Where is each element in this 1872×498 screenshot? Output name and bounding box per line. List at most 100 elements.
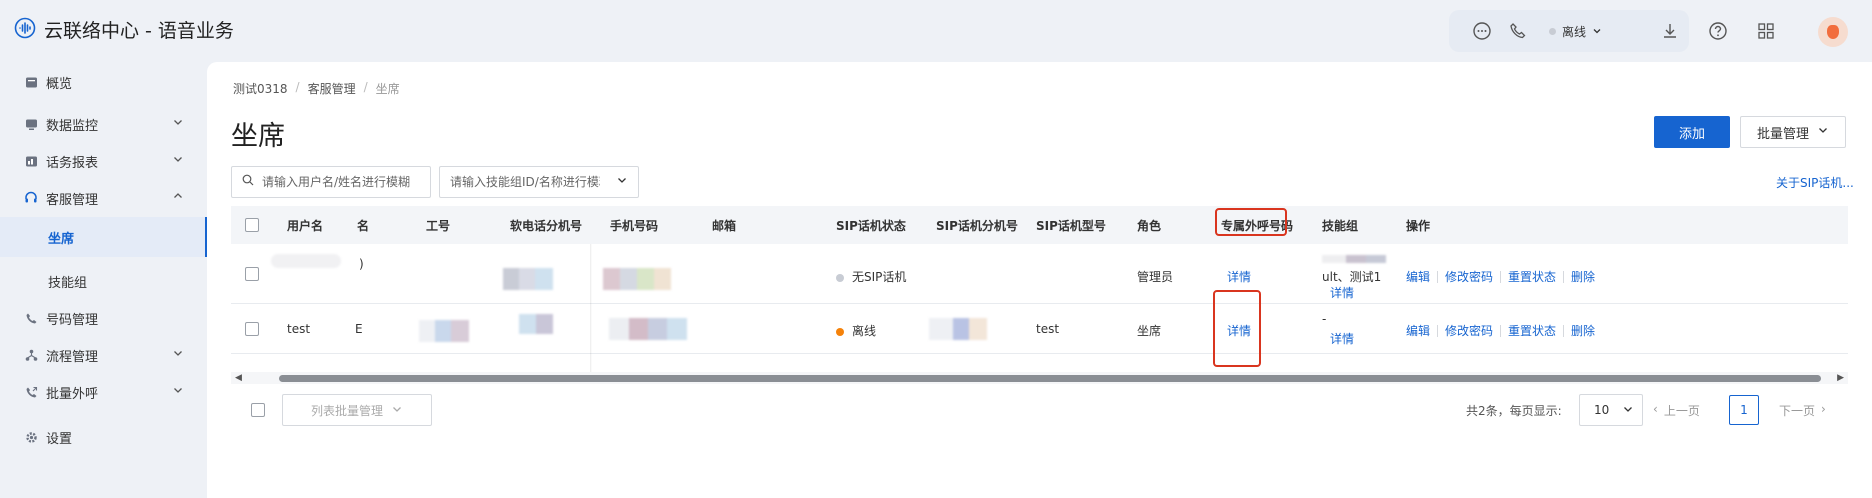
sip-status-cell: 无SIP话机 [836,268,906,285]
user-avatar[interactable] [1818,17,1848,47]
role-cell: 管理员 [1137,270,1174,284]
row-checkbox[interactable] [245,322,259,336]
sidebar-item-report[interactable]: 话务报表 [0,141,207,181]
prev-page-button[interactable]: ‹ 上一页 [1653,402,1700,419]
page-title: 坐席 [231,121,285,152]
col-email: 邮箱 [712,219,737,233]
next-page-label: 下一页 [1779,404,1816,418]
help-icon[interactable] [1706,19,1730,43]
chevron-left-icon: ‹ [1653,402,1658,416]
sidebar-item-settings[interactable]: 设置 [0,417,207,457]
horizontal-scrollbar[interactable]: ◀ ▶ [231,372,1848,384]
col-sip-model: SIP话机型号 [1036,219,1106,233]
chevron-right-icon: › [1821,402,1826,416]
col-role: 角色 [1137,219,1162,233]
status-dot [836,327,844,336]
monitor-icon [24,117,38,131]
divider [1437,270,1439,283]
status-label: 离线 [1562,25,1587,39]
status-dot [836,273,844,282]
top-bar: 云联络中心 - 语音业务 离线 [0,0,1872,62]
sip-phone-info-link[interactable]: 关于SIP话机... [1776,174,1854,191]
download-icon[interactable] [1658,19,1682,43]
breadcrumb: 测试0318 / 客服管理 / 坐席 [233,80,400,97]
page-number-current[interactable]: 1 [1729,395,1759,425]
select-all-checkbox[interactable] [245,218,259,232]
breadcrumb-current: 坐席 [375,82,400,96]
dedicated-number-detail-link[interactable]: 详情 [1227,268,1251,285]
flow-icon [24,348,38,362]
redacted-ext [519,314,553,334]
chat-icon[interactable] [1470,19,1494,43]
chevron-down-icon [1592,25,1602,39]
sidebar-item-agents[interactable]: 坐席 [0,217,207,257]
sidebar-item-skill-groups[interactable]: 技能组 [0,261,207,301]
sidebar-item-label: 概览 [46,76,73,92]
list-batch-label: 列表批量管理 [310,403,383,418]
sidebar-item-monitor[interactable]: 数据监控 [0,104,207,144]
col-name: 名 [357,219,370,233]
add-button[interactable]: 添加 [1654,116,1730,148]
breadcrumb-item[interactable]: 测试0318 [233,80,288,97]
change-password-button[interactable]: 修改密码 [1445,322,1493,339]
user-search-input[interactable] [262,175,412,189]
user-search-field[interactable] [231,166,431,198]
footer-select-all-checkbox[interactable] [251,403,265,417]
divider [1500,324,1502,337]
sidebar-item-flow[interactable]: 流程管理 [0,335,207,375]
table-header: 用户名 名 工号 软电话分机号 手机号码 邮箱 SIP话机状态 SIP话机分机号… [231,206,1848,244]
scroll-right-arrow[interactable]: ▶ [1837,373,1844,383]
next-page-button[interactable]: 下一页 › [1779,402,1826,419]
col-job-no: 工号 [426,219,451,233]
page-size-value: 10 [1594,403,1610,417]
divider [1437,324,1439,337]
list-batch-manage-button[interactable]: 列表批量管理 [282,394,432,426]
breadcrumb-item[interactable]: 客服管理 [308,80,356,97]
sidebar-item-overview[interactable]: 概览 [0,62,207,102]
report-icon [24,154,38,168]
sidebar-item-numbers[interactable]: 号码管理 [0,298,207,338]
pagination-total: 共2条，每页显示: [1466,404,1562,418]
phone-icon[interactable] [1506,19,1530,43]
skill-group-detail-link[interactable]: 详情 [1330,330,1354,347]
row-checkbox[interactable] [245,267,259,281]
redacted-ext [503,268,553,290]
reset-status-button[interactable]: 重置状态 [1508,268,1556,285]
change-password-button[interactable]: 修改密码 [1445,268,1493,285]
name-cell: E [355,322,363,336]
status-dot [1549,28,1556,35]
agent-status-dropdown[interactable]: 离线 [1549,23,1602,40]
divider [1500,270,1502,283]
col-skill-group: 技能组 [1322,219,1359,233]
col-ops: 操作 [1406,219,1431,233]
divider [1563,270,1565,283]
sidebar-item-customer-service[interactable]: 客服管理 [0,178,207,218]
header-highlight-box [1215,208,1287,236]
skill-search-field[interactable] [439,166,639,198]
chevron-down-icon [1817,124,1829,140]
edit-button[interactable]: 编辑 [1406,268,1430,285]
detail-highlight-box [1213,290,1261,367]
sidebar-item-outbound[interactable]: 批量外呼 [0,372,207,412]
delete-button[interactable]: 删除 [1571,268,1595,285]
sidebar-item-label: 批量外呼 [46,386,99,402]
col-sip-ext: SIP话机分机号 [936,219,1018,233]
skill-group-detail-link[interactable]: 详情 [1330,284,1354,301]
page-size-select[interactable]: 10 [1579,394,1643,426]
redacted-cell [271,254,341,268]
delete-button[interactable]: 删除 [1571,322,1595,339]
sidebar-item-label: 客服管理 [46,192,99,208]
skill-group-text: - [1322,312,1327,326]
sip-status-text: 离线 [852,324,877,338]
apps-grid-icon[interactable] [1754,19,1778,43]
prev-page-label: 上一页 [1663,404,1700,418]
scroll-left-arrow[interactable]: ◀ [235,373,242,383]
reset-status-button[interactable]: 重置状态 [1508,322,1556,339]
app-logo: 云联络中心 - 语音业务 [14,16,234,43]
batch-manage-button[interactable]: 批量管理 [1740,116,1846,148]
breadcrumb-separator: / [295,80,300,94]
edit-button[interactable]: 编辑 [1406,322,1430,339]
skill-search-input[interactable] [450,175,600,189]
row-actions: 编辑 修改密码 重置状态 删除 [1406,322,1595,339]
scrollbar-thumb[interactable] [279,375,1821,382]
